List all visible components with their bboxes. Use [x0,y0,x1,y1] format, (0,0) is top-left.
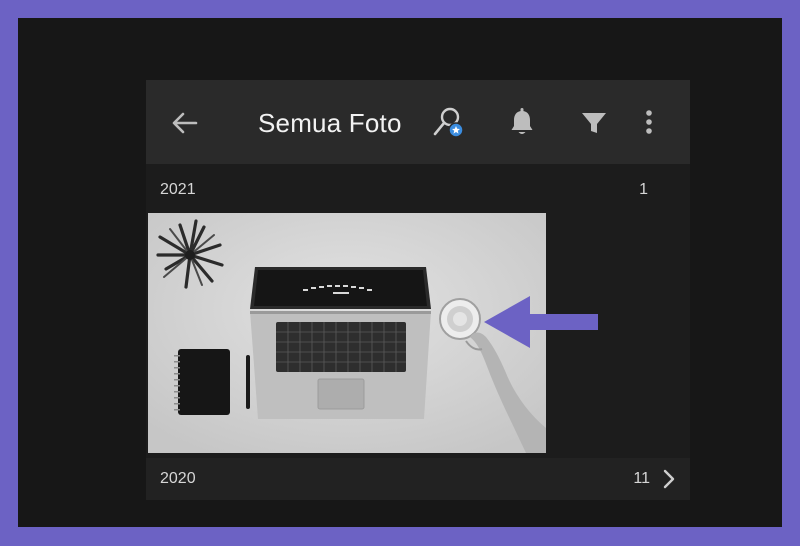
laptop-icon [250,267,431,419]
people-search-button[interactable] [431,104,469,142]
more-vertical-icon [646,110,652,134]
section-count: 1 [639,181,648,198]
filter-button[interactable] [575,104,613,142]
app-window: Semua Foto 2021 1 2020 11 [146,80,690,500]
bell-icon [511,108,533,134]
coffee-cup-icon [439,298,481,340]
back-arrow-icon [172,112,198,134]
section-year: 2020 [160,470,196,487]
more-options-button[interactable] [636,104,662,142]
expand-section-button[interactable] [658,466,680,492]
pointer-arrow-icon [484,296,598,348]
filter-icon [582,113,606,133]
notebook-icon [174,349,230,415]
section-count: 11 [633,470,650,487]
year-section-header: 2021 1 [146,170,690,210]
page-title: Semua Foto [258,108,402,138]
chevron-right-icon [663,469,675,489]
section-year: 2021 [160,181,196,198]
back-button[interactable] [168,106,202,140]
year-section-header[interactable]: 2020 11 [146,458,690,500]
pen-icon [246,355,250,409]
screen: Semua Foto 2021 1 2020 11 [18,18,782,527]
notifications-button[interactable] [503,104,541,142]
people-search-icon [433,107,464,138]
top-bar: Semua Foto [146,80,690,164]
